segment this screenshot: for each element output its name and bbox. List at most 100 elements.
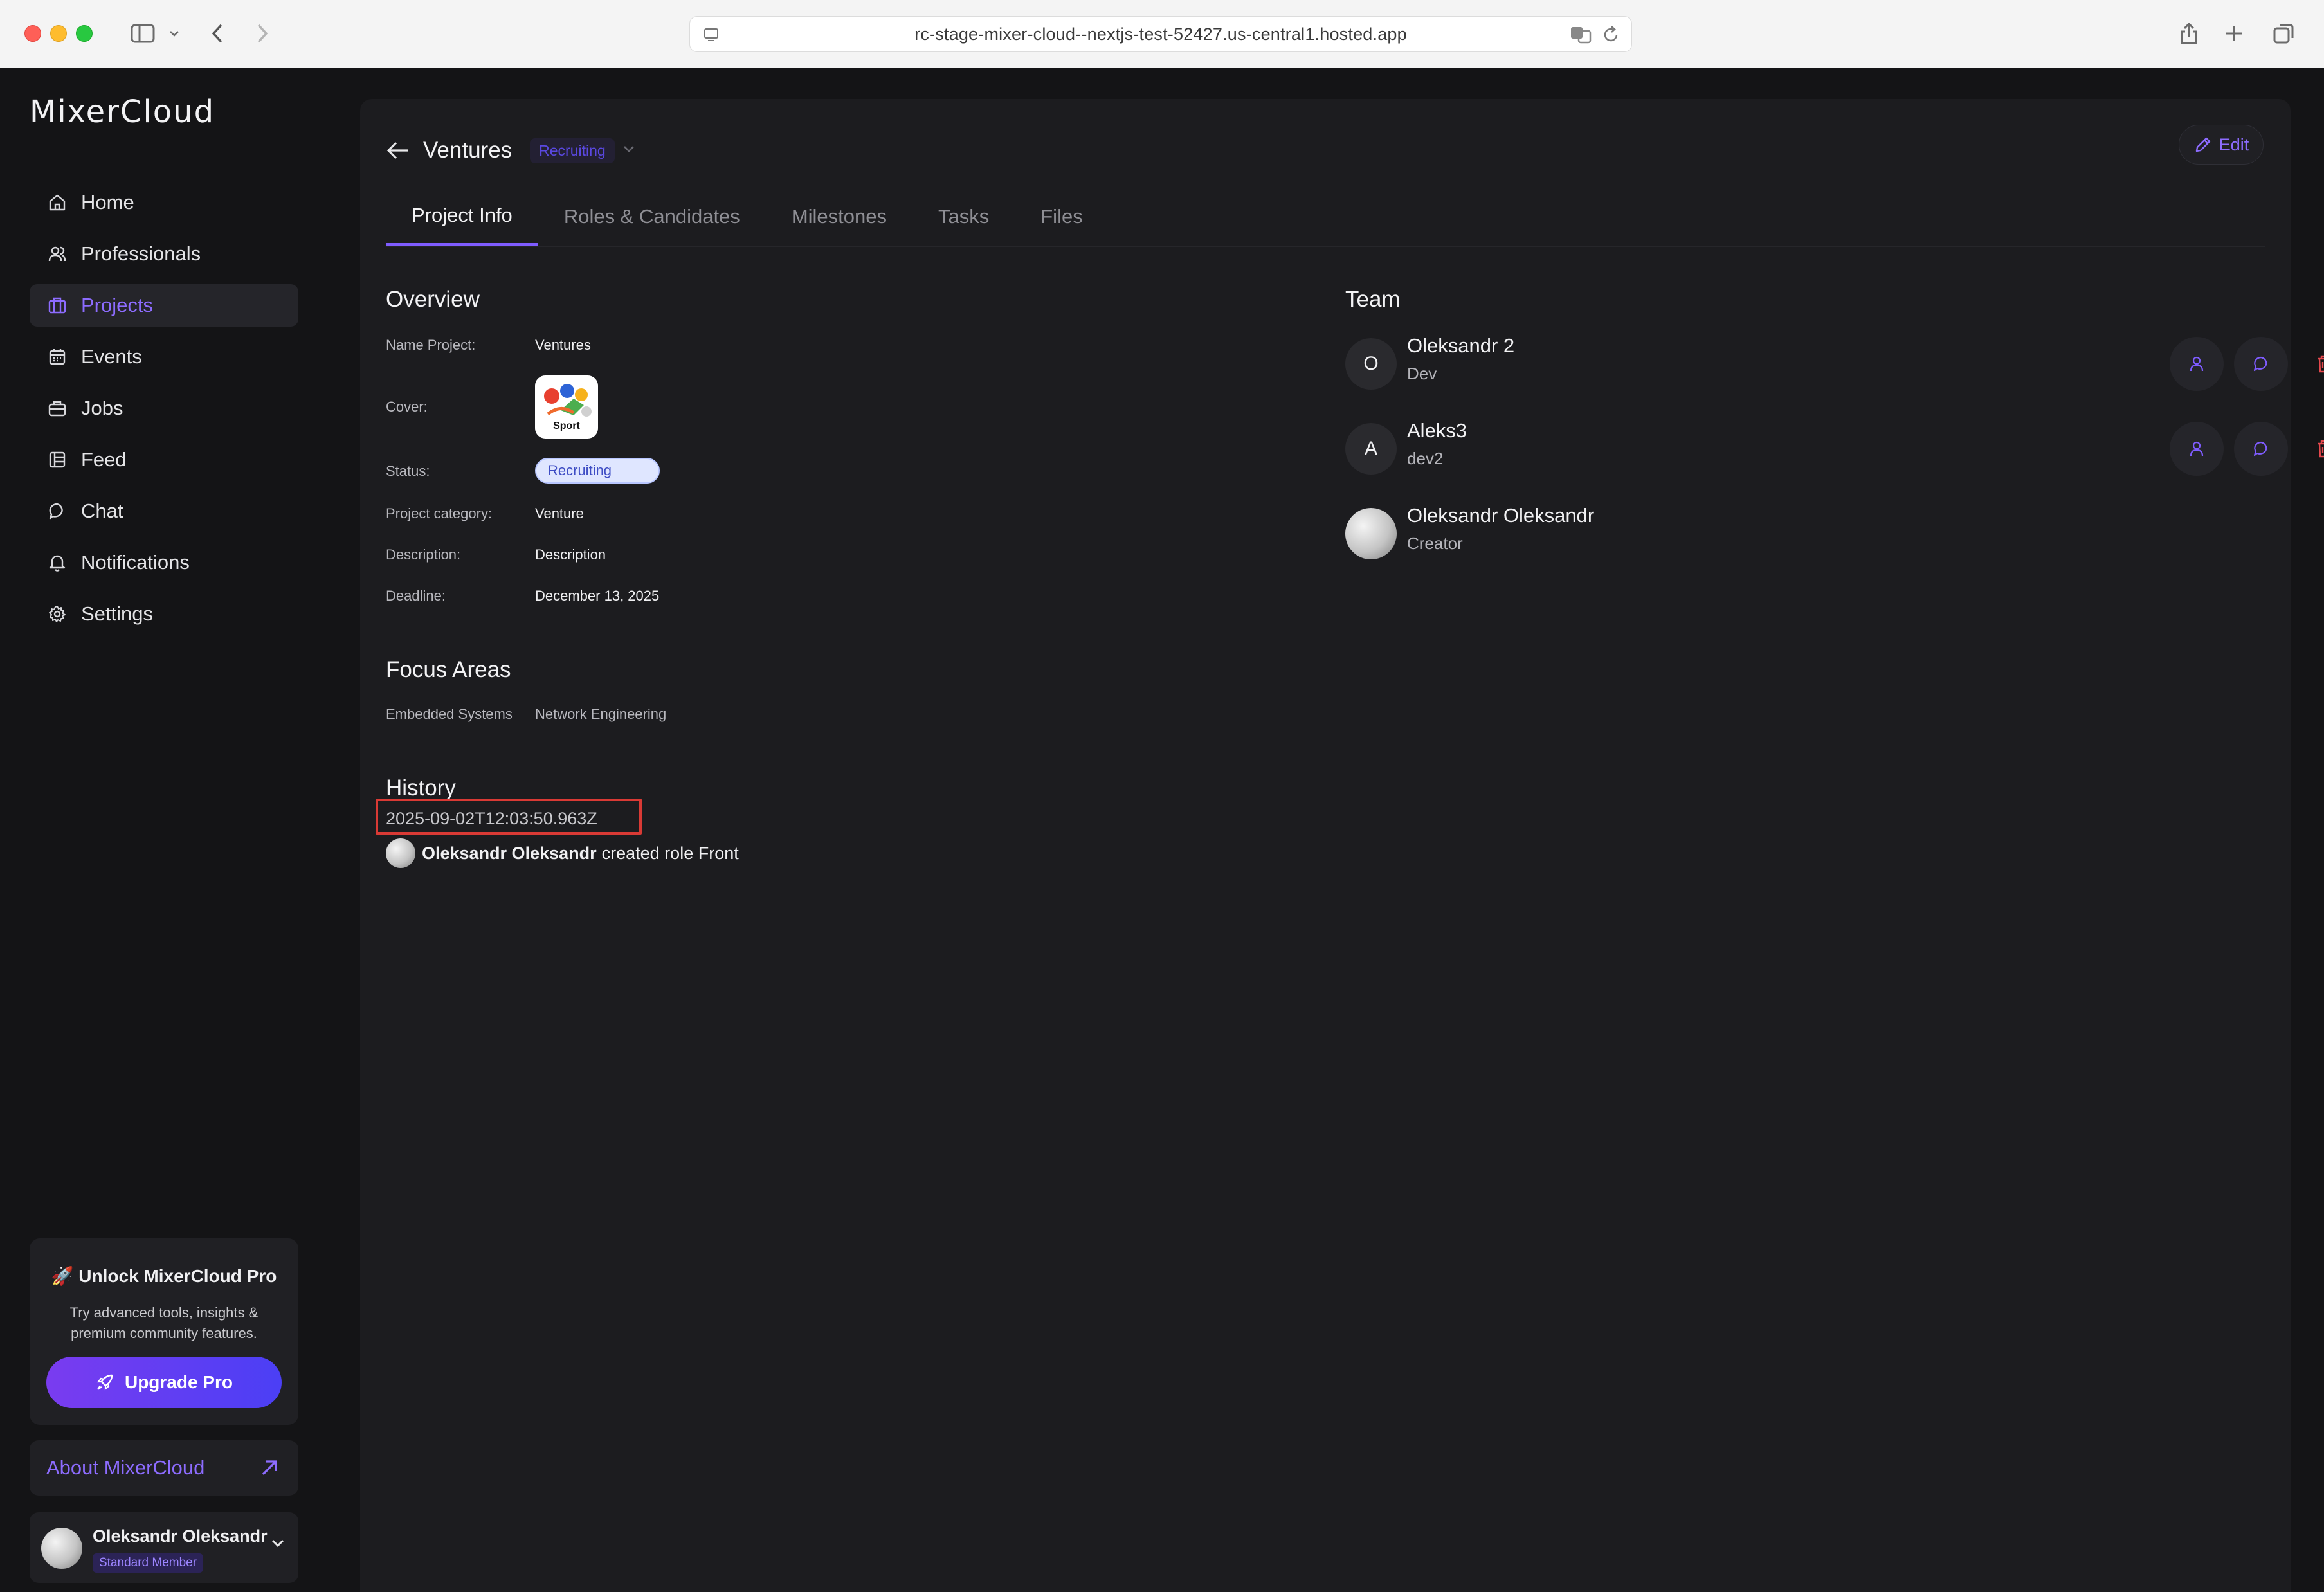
- member-name: Oleksandr 2: [1407, 334, 1515, 357]
- upgrade-pro-button[interactable]: Upgrade Pro: [46, 1357, 282, 1408]
- sidebar-item-settings[interactable]: Settings: [30, 593, 298, 635]
- project-category-label: Project category:: [386, 505, 493, 521]
- name-project-label: Name Project:: [386, 337, 476, 353]
- upgrade-pro-label: Upgrade Pro: [124, 1372, 233, 1392]
- sidebar-item-label: Chat: [81, 500, 123, 522]
- focus-area-item: Embedded Systems: [386, 706, 513, 722]
- history-timestamp: 2025-09-02T12:03:50.963Z: [386, 809, 597, 828]
- chevron-down-icon[interactable]: [621, 144, 637, 158]
- project-tabs: Project Info Roles & Candidates Mileston…: [386, 188, 1109, 246]
- status-dropdown[interactable]: Recruiting: [530, 138, 615, 163]
- message-member-button[interactable]: [2234, 422, 2288, 476]
- cover-image: Sport: [535, 375, 598, 439]
- member-role: Creator: [1407, 534, 1463, 553]
- sidebar-item-label: Events: [81, 345, 142, 368]
- tab-milestones[interactable]: Milestones: [766, 188, 912, 246]
- remove-member-button[interactable]: [2297, 337, 2324, 391]
- team-member: Oleksandr Oleksandr Creator: [1345, 504, 2271, 562]
- calendar-icon: [46, 346, 68, 368]
- avatar: A: [1345, 423, 1397, 475]
- sidebar-item-projects[interactable]: Projects: [30, 284, 298, 327]
- close-window-button[interactable]: [24, 25, 41, 42]
- focus-areas-heading: Focus Areas: [386, 657, 511, 682]
- back-arrow-icon[interactable]: [386, 140, 410, 161]
- history-entry: Oleksandr Oleksandr created role Front: [386, 838, 739, 868]
- remove-member-button[interactable]: [2297, 422, 2324, 476]
- project-header: Ventures Recruiting: [386, 131, 637, 170]
- cover-label: Cover:: [386, 399, 428, 415]
- tab-divider: [386, 246, 2265, 247]
- sidebar-item-events[interactable]: Events: [30, 336, 298, 378]
- avatar: O: [1345, 338, 1397, 390]
- team-member: A Aleks3 dev2: [1345, 419, 2324, 477]
- history-heading: History: [386, 775, 456, 801]
- member-role: Dev: [1407, 364, 1437, 383]
- trash-icon: [2318, 440, 2324, 458]
- browser-toolbar: rc-stage-mixer-cloud--nextjs-test-52427.…: [0, 0, 2324, 68]
- users-icon: [46, 243, 68, 265]
- sidebar-item-professionals[interactable]: Professionals: [30, 233, 298, 275]
- member-name: Aleks3: [1407, 419, 1467, 442]
- tab-project-info[interactable]: Project Info: [386, 188, 538, 246]
- member-role: dev2: [1407, 449, 1444, 468]
- back-nav-icon[interactable]: [204, 18, 230, 49]
- chat-icon: [2253, 356, 2267, 372]
- pro-promo-card: 🚀 Unlock MixerCloud Pro Try advanced too…: [30, 1238, 298, 1425]
- bell-icon: [46, 552, 68, 574]
- user-icon: [2190, 356, 2204, 372]
- arrow-up-right-icon: [259, 1457, 280, 1484]
- message-member-button[interactable]: [2234, 337, 2288, 391]
- avatar: [41, 1528, 82, 1569]
- trash-icon: [2318, 355, 2324, 373]
- status-label: Status:: [386, 463, 430, 479]
- tab-tasks[interactable]: Tasks: [912, 188, 1015, 246]
- sidebar-item-jobs[interactable]: Jobs: [30, 387, 298, 430]
- user-name: Oleksandr Oleksandr: [93, 1526, 268, 1546]
- edit-button[interactable]: Edit: [2179, 125, 2264, 165]
- about-mixercloud-link[interactable]: About MixerCloud: [30, 1440, 298, 1496]
- tab-overview-icon[interactable]: [2270, 18, 2298, 49]
- site-settings-icon[interactable]: [703, 26, 720, 46]
- pencil-icon: [2195, 137, 2210, 152]
- reload-icon[interactable]: [1602, 25, 1620, 48]
- sidebar-item-chat[interactable]: Chat: [30, 490, 298, 532]
- tab-files[interactable]: Files: [1015, 188, 1108, 246]
- project-panel: Ventures Recruiting Edit Project Info Ro…: [360, 99, 2324, 1592]
- sidebar-item-label: Professionals: [81, 242, 201, 265]
- translate-icon[interactable]: [1570, 25, 1593, 48]
- address-bar[interactable]: rc-stage-mixer-cloud--nextjs-test-52427.…: [689, 16, 1632, 52]
- team-heading: Team: [1345, 287, 1401, 312]
- sidebar-toggle-icon[interactable]: [123, 18, 162, 49]
- sidebar-item-label: Home: [81, 191, 134, 213]
- member-name: Oleksandr Oleksandr: [1407, 504, 1595, 527]
- projects-icon: [46, 294, 68, 316]
- chevron-down-icon[interactable]: [165, 18, 184, 49]
- minimize-window-button[interactable]: [50, 25, 67, 42]
- briefcase-icon: [46, 397, 68, 419]
- name-project-value: Ventures: [535, 337, 591, 353]
- cover-text: Sport: [553, 421, 580, 431]
- share-icon[interactable]: [2176, 18, 2202, 49]
- view-profile-button[interactable]: [2170, 422, 2224, 476]
- membership-badge: Standard Member: [93, 1553, 204, 1573]
- chat-icon: [46, 500, 68, 522]
- promo-title: 🚀 Unlock MixerCloud Pro: [51, 1266, 277, 1286]
- user-menu[interactable]: Oleksandr Oleksandr Standard Member: [30, 1512, 298, 1583]
- forward-nav-icon[interactable]: [250, 18, 275, 49]
- status-badge: Recruiting: [535, 458, 660, 484]
- overview-heading: Overview: [386, 287, 480, 312]
- zoom-window-button[interactable]: [76, 25, 93, 42]
- avatar: [386, 838, 415, 868]
- chevron-down-icon[interactable]: [270, 1538, 286, 1551]
- sidebar-item-notifications[interactable]: Notifications: [30, 541, 298, 584]
- new-tab-icon[interactable]: [2221, 18, 2247, 49]
- app-logo[interactable]: MixerCloud: [30, 94, 215, 130]
- sidebar-item-home[interactable]: Home: [30, 181, 298, 224]
- description-value: Description: [535, 547, 606, 563]
- sidebar-nav: Home Professionals Projects Events Jobs …: [30, 181, 298, 644]
- view-profile-button[interactable]: [2170, 337, 2224, 391]
- chat-icon: [2253, 441, 2267, 457]
- tab-roles-candidates[interactable]: Roles & Candidates: [538, 188, 766, 246]
- app-root: MixerCloud Home Professionals Projects E…: [0, 68, 2324, 1592]
- sidebar-item-feed[interactable]: Feed: [30, 439, 298, 481]
